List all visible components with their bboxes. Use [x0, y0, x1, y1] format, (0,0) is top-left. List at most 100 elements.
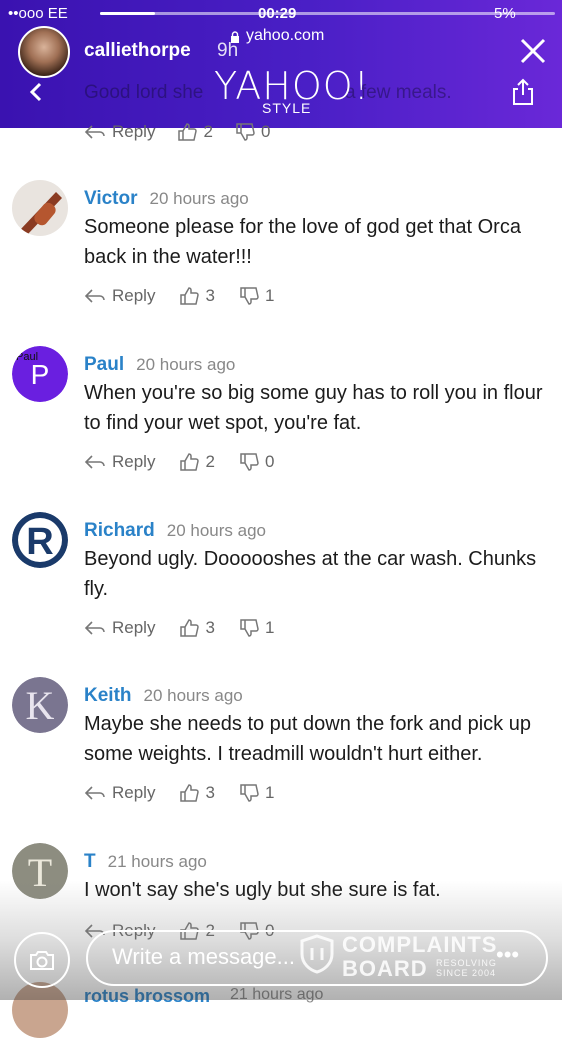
thumbs-down-icon [240, 287, 259, 305]
story-avatar[interactable] [18, 26, 70, 78]
reply-button[interactable]: Reply [84, 122, 155, 142]
comment-actions: Reply 2 0 [84, 452, 274, 472]
comment-header: Victor 20 hours ago [84, 188, 249, 210]
thumbs-down-icon [240, 784, 259, 802]
commenter-name[interactable]: Paul [84, 354, 124, 376]
svg-text:Paul: Paul [16, 351, 38, 363]
share-button[interactable] [510, 78, 536, 106]
like-button[interactable]: 3 [179, 286, 215, 306]
like-count: 2 [205, 452, 215, 471]
dislike-button[interactable]: 1 [239, 286, 274, 306]
like-count: 3 [205, 618, 215, 637]
thumbs-up-icon [178, 123, 198, 141]
like-button[interactable]: 3 [179, 618, 215, 638]
avatar[interactable]: R [12, 512, 68, 568]
reply-label: Reply [112, 618, 156, 637]
comment-text: When you're so big some guy has to roll … [84, 382, 543, 434]
comment-time: 20 hours ago [143, 686, 243, 705]
like-button[interactable]: 2 [177, 122, 213, 142]
thumbs-down-icon [240, 453, 259, 471]
story-progress-bar [100, 12, 555, 15]
watermark-small2: SINCE 2004 [436, 968, 497, 978]
comment-actions: Reply 3 1 [84, 618, 274, 638]
more-options-button[interactable]: ••• [496, 942, 519, 968]
camera-button[interactable] [14, 932, 70, 988]
svg-text:K: K [26, 683, 55, 728]
comment-time: 20 hours ago [166, 521, 266, 540]
story-progress-fill [100, 12, 155, 15]
message-placeholder: Write a message... [112, 944, 295, 969]
thumbs-down-icon [236, 123, 255, 141]
dislike-button[interactable]: 0 [235, 122, 270, 142]
reply-icon [84, 125, 105, 139]
commenter-name[interactable]: T [84, 851, 96, 873]
partial-comment-actions: Reply 2 0 [84, 122, 270, 142]
comment-time: 20 hours ago [136, 355, 236, 374]
thumbs-up-icon [180, 619, 200, 637]
like-count: 2 [203, 122, 213, 141]
reply-label: Reply [112, 783, 156, 802]
like-button[interactable]: 3 [179, 783, 215, 803]
comment-header: Richard 20 hours ago [84, 520, 266, 542]
dislike-button[interactable]: 0 [239, 452, 274, 472]
comment-header: Paul 20 hours ago [84, 354, 235, 376]
story-username[interactable]: calliethorpe [84, 40, 191, 62]
reply-label: Reply [112, 452, 156, 471]
reply-button[interactable]: Reply [84, 452, 155, 472]
like-button[interactable]: 2 [179, 452, 215, 472]
reply-icon [84, 786, 105, 800]
dislike-count: 1 [264, 286, 275, 305]
story-time: 9h [217, 40, 239, 61]
dislike-count: 0 [260, 122, 271, 141]
chevron-left-icon [29, 82, 42, 102]
comment-text: Maybe she needs to put down the fork and… [84, 713, 531, 765]
dislike-count: 0 [264, 452, 275, 471]
watermark-small1: RESOLVING [436, 958, 497, 968]
comment-time: 21 hours ago [107, 852, 207, 871]
reply-icon [84, 621, 105, 635]
like-count: 3 [205, 783, 215, 802]
comment-time: 20 hours ago [149, 189, 249, 208]
comment-actions: Reply 3 1 [84, 286, 274, 306]
thumbs-up-icon [180, 453, 200, 471]
avatar[interactable]: K [12, 677, 68, 733]
watermark-line2: BOARD [342, 956, 428, 981]
commenter-name[interactable]: Keith [84, 685, 132, 707]
commenter-name[interactable]: Richard [84, 520, 155, 542]
url-text: yahoo.com [246, 27, 325, 44]
comment-actions: Reply 3 1 [84, 783, 274, 803]
like-count: 3 [205, 286, 215, 305]
dislike-button[interactable]: 1 [239, 783, 274, 803]
section-label: STYLE [262, 100, 312, 116]
comment-header: T 21 hours ago [84, 851, 207, 873]
reply-button[interactable]: Reply [84, 783, 155, 803]
reply-button[interactable]: Reply [84, 286, 155, 306]
commenter-name[interactable]: Victor [84, 188, 138, 210]
url-bar[interactable]: yahoo.com [230, 27, 324, 45]
dislike-count: 1 [264, 783, 275, 802]
reply-label: Reply [112, 122, 156, 141]
share-icon [513, 78, 533, 105]
thumbs-down-icon [240, 619, 259, 637]
close-button[interactable] [518, 36, 548, 66]
carrier: ••ooo EE [8, 5, 68, 22]
thumbs-up-icon [180, 287, 200, 305]
dislike-button[interactable]: 1 [239, 618, 274, 638]
avatar[interactable]: P Paul [12, 346, 68, 402]
avatar[interactable] [12, 180, 68, 236]
reply-icon [84, 289, 105, 303]
reply-label: Reply [112, 286, 156, 305]
reply-icon [84, 455, 105, 469]
back-button[interactable] [26, 80, 46, 104]
comment-text: Beyond ugly. Doooooshes at the car wash.… [84, 548, 537, 600]
reply-button[interactable]: Reply [84, 618, 155, 638]
svg-text:R: R [26, 521, 53, 563]
close-icon [520, 38, 546, 64]
dislike-count: 1 [264, 618, 275, 637]
comment-text: Someone please for the love of god get t… [84, 216, 521, 268]
comment-header: Keith 20 hours ago [84, 685, 243, 707]
ghost-comment-text-left: Good lord she [84, 82, 204, 103]
svg-text:P: P [31, 359, 50, 390]
watermark-shield-icon [300, 934, 334, 974]
watermark-line1: COMPLAINTS [342, 932, 498, 957]
